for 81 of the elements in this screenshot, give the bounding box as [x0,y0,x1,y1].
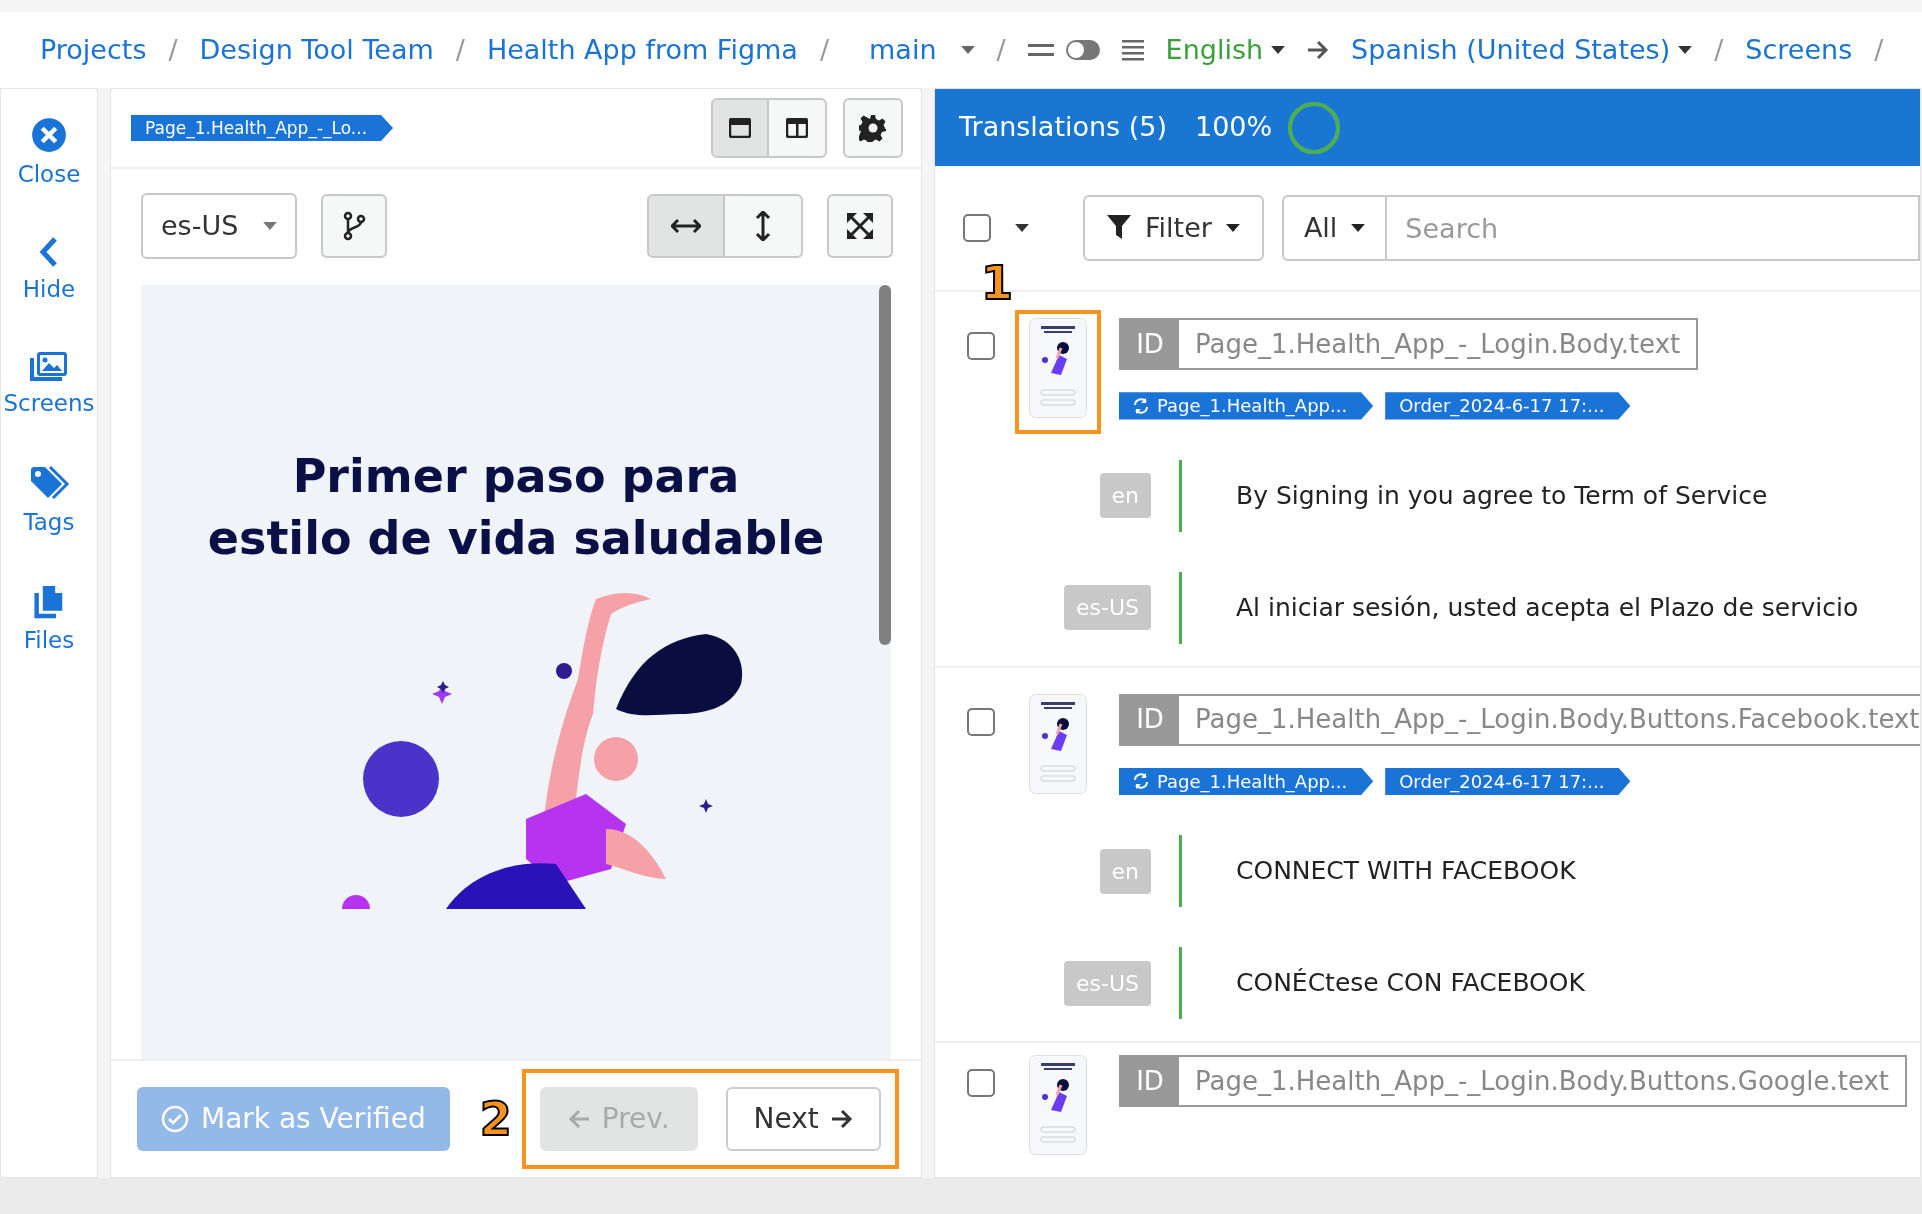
caret-icon [960,46,975,54]
panel-title: Translations (5) [959,110,1167,145]
settings-button[interactable] [843,98,903,158]
sidebar-item[interactable]: Tags [23,464,75,539]
screen-thumbnail[interactable] [1029,693,1087,794]
scope-dropdown[interactable]: All [1281,195,1388,262]
callout-number: 1 [981,260,1013,307]
screen-tag[interactable]: Page_1.Health_App_-_Lo... [131,114,394,142]
preview-heading: Primer paso para estilo de vida saludable [207,448,825,568]
order-tag[interactable]: Order_2024-6-17 17:... [1385,767,1631,795]
breadcrumb-separator: / [1874,32,1884,67]
caret-icon [263,222,277,230]
caret-icon [1225,224,1240,233]
progress-percent: 100% [1195,110,1273,145]
equals-icon[interactable] [1027,43,1054,57]
arrow-right-icon [1307,40,1330,60]
next-button[interactable]: Next [725,1087,881,1151]
locale-select[interactable]: es-US [141,193,297,259]
breadcrumb-separator: / [168,32,178,67]
translation-text[interactable]: CONÉCtese CON FACEBOOK [1182,964,1920,1002]
target-language-dropdown[interactable]: Spanish (United States) [1351,29,1693,71]
sidebar-item[interactable]: Close [17,117,81,192]
columns-icon [786,118,808,138]
filter-icon [1107,215,1131,242]
sync-icon [1133,773,1149,790]
fit-toggle[interactable] [647,194,725,258]
sync-icon [1133,397,1149,414]
breadcrumb-separator: / [819,32,830,67]
vertical-arrows-icon [753,211,773,241]
arrow-left-icon [567,1109,590,1129]
branch-dropdown[interactable]: main [869,29,975,71]
window-icon [729,118,751,138]
select-all-checkbox[interactable] [963,214,991,243]
row-checkbox[interactable] [967,707,995,736]
translation-text[interactable]: CONNECT WITH FACEBOOK [1182,852,1920,890]
screen-tag[interactable]: Page_1.Health_App... [1119,392,1374,420]
check-circle-icon [161,1105,189,1133]
layout-toggle[interactable] [711,98,769,158]
images-icon [29,350,69,382]
list-icon[interactable] [1121,39,1144,61]
scrollbar[interactable] [879,285,891,645]
order-tag[interactable]: Order_2024-6-17 17:... [1385,392,1631,420]
breadcrumb-link[interactable]: Design Tool Team [199,29,434,71]
sidebar-item[interactable]: Hide [22,235,76,306]
callout-number: 2 [479,1096,512,1142]
branch-icon [342,211,366,241]
progress-ring [1286,99,1343,156]
screen-thumbnail[interactable] [1029,1055,1087,1155]
source-language-dropdown[interactable]: English [1165,29,1286,71]
row-checkbox[interactable] [967,1069,995,1097]
fullscreen-button[interactable] [827,194,893,258]
sidebar-item[interactable]: Screens [3,350,95,421]
caret-icon [1271,46,1286,54]
horizontal-arrows-icon [671,216,701,236]
breadcrumb-link[interactable]: Screens [1745,29,1853,71]
translation-text[interactable]: Al iniciar sesión, usted acepta el Plazo de servicio [1182,588,1920,627]
caret-icon [1351,224,1366,233]
caret-icon [1678,46,1693,54]
arrow-right-icon [830,1109,853,1129]
settings-icon [859,114,887,142]
tags-icon [28,464,70,501]
search-field[interactable]: Search [1387,195,1920,262]
breadcrumb-link[interactable]: Projects [40,29,147,71]
row-checkbox[interactable] [967,332,995,361]
breadcrumb-separator: / [1714,32,1724,67]
breadcrumb-separator: / [455,32,465,67]
filter-button[interactable]: Filter [1083,195,1264,262]
fit-toggle[interactable] [725,194,803,258]
sidebar-item[interactable]: Files [23,583,75,658]
toggle-switch[interactable] [1065,40,1100,60]
screen-tag[interactable]: Page_1.Health_App... [1119,767,1374,795]
expand-icon [846,212,874,240]
breadcrumb-separator: / [996,32,1006,67]
layout-toggle[interactable] [769,98,827,158]
branch-button[interactable] [321,194,387,258]
breadcrumb-link[interactable]: Health App from Figma [486,29,798,71]
select-caret-icon[interactable] [1015,224,1029,233]
files-icon [34,583,64,619]
translation-text[interactable]: By Signing in you agree to Term of Service [1182,476,1920,515]
close-icon [31,117,67,153]
screen-thumbnail[interactable] [1029,318,1087,419]
